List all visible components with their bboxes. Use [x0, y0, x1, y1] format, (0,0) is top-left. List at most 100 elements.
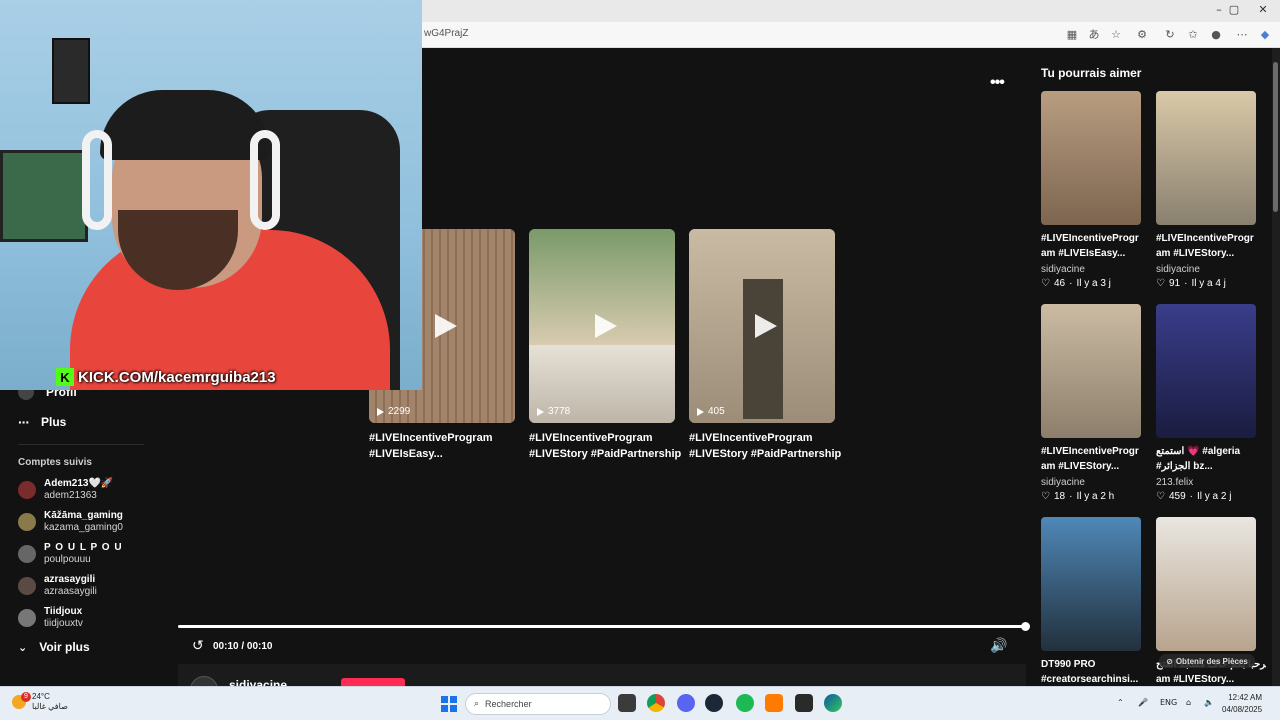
progress-handle[interactable] [1021, 622, 1030, 631]
video-caption[interactable]: #LIVEIncentiveProgram #LIVEStory #PaidPar… [689, 430, 841, 462]
search-icon: ⌕ [474, 699, 480, 709]
video-caption[interactable]: #LIVEIncentiveProgram #LIVEStory #PaidPar… [529, 430, 681, 462]
suggested-video-caption[interactable]: #LIVEIncentiveProgr am #LIVEIsEasy... [1041, 231, 1151, 261]
copilot-icon[interactable]: ◆ [1257, 27, 1273, 43]
more-options-button[interactable]: ••• [990, 74, 1005, 92]
suggested-video-author[interactable]: sidiyacine [1156, 264, 1200, 275]
edge-icon[interactable] [824, 694, 842, 712]
maximize-button[interactable]: ▢ [1219, 3, 1249, 16]
discord-icon[interactable] [677, 694, 695, 712]
get-coins-button[interactable]: ⊘ Obtenir des Pièces [1159, 654, 1255, 668]
see-more-button[interactable]: ⌄ Voir plus [18, 640, 90, 654]
suggested-video-thumbnail[interactable] [1156, 517, 1256, 651]
suggested-video-author[interactable]: sidiyacine [1041, 264, 1085, 275]
replay-icon[interactable]: ↺ [192, 638, 204, 654]
weather-text: صافي غالبا [32, 702, 68, 711]
scrollbar-thumb[interactable] [1273, 62, 1278, 212]
read-aloud-icon[interactable]: あ [1086, 27, 1102, 43]
more-dots-icon: ··· [18, 414, 30, 430]
progress-bar[interactable] [178, 625, 1026, 628]
author-bar [178, 664, 1026, 686]
avatar [18, 481, 36, 499]
suggested-video-stats: ♡ 46 · Il y a 3 j [1041, 278, 1111, 289]
video-thumbnail[interactable]: 405 [689, 229, 835, 423]
chrome-icon[interactable] [647, 694, 665, 712]
account-handle: tiidjouxtv [44, 618, 83, 629]
weather-sun-icon: 9 [12, 692, 31, 709]
language-indicator[interactable]: ENG [1160, 698, 1177, 707]
system-clock[interactable]: 12:42 AM 04/08/2025 [1222, 692, 1262, 716]
favorites-icon[interactable]: ✩ [1185, 27, 1201, 43]
temperature: 24°C [32, 692, 50, 701]
volume-icon[interactable]: 🔊 [990, 638, 1007, 654]
suggested-video-author[interactable]: 213.felix [1156, 477, 1193, 488]
followed-account[interactable]: Kāžāma_gaming kazama_gaming0 [18, 510, 123, 534]
suggested-video-caption[interactable]: #LIVEIncentiveProgr am #LIVEStory... [1156, 231, 1266, 261]
post-age: Il y a 4 j [1191, 278, 1226, 289]
windows-taskbar [0, 686, 1280, 720]
view-count: 405 [697, 406, 725, 417]
suggested-video-author[interactable]: sidiyacine [1041, 477, 1085, 488]
task-view-icon[interactable] [618, 694, 636, 712]
app-icon[interactable] [765, 694, 783, 712]
taskbar-search[interactable]: ⌕ Rechercher [465, 693, 611, 715]
spotify-icon[interactable] [736, 694, 754, 712]
account-handle: adem21363 [44, 490, 97, 501]
steam-icon[interactable] [705, 694, 723, 712]
like-count: 18 [1053, 491, 1066, 502]
suggested-video-caption[interactable]: #LIVEIncentiveProgr am #LIVEStory... [1041, 444, 1151, 474]
favorite-star-icon[interactable]: ☆ [1108, 27, 1124, 43]
separator-dot: · [1069, 491, 1073, 502]
followed-account[interactable]: P O U L P O Upoulpouuu [18, 542, 123, 566]
search-placeholder: Rechercher [485, 699, 532, 709]
close-window-button[interactable]: ✕ [1248, 3, 1278, 16]
volume-tray-icon[interactable]: 🔈 [1204, 698, 1214, 707]
webcam-overlay [0, 0, 422, 390]
windows-start-icon[interactable] [441, 696, 457, 712]
time-display: 00:10 / 00:10 [213, 641, 273, 652]
refresh-icon[interactable]: ↻ [1162, 27, 1178, 43]
avatar [18, 545, 36, 563]
suggested-video-caption[interactable]: استمتع 💗 #algeria #الجزائر bz... [1156, 444, 1266, 474]
suggested-video-thumbnail[interactable] [1156, 91, 1256, 225]
like-count: 459 [1168, 491, 1186, 502]
followed-account[interactable]: Tiidjoux tiidjouxtv [18, 606, 83, 630]
suggested-video-thumbnail[interactable] [1156, 304, 1256, 438]
extensions-icon[interactable]: ⚙ [1134, 27, 1150, 43]
play-icon [755, 314, 777, 338]
url-text[interactable]: wG4PrajZ [424, 28, 468, 39]
app-icon[interactable] [795, 694, 813, 712]
kick-logo-icon: K [56, 368, 74, 386]
profile-avatar-icon[interactable]: ● [1208, 27, 1224, 43]
followed-account[interactable]: Adem213🤍🚀 adem21363 [18, 478, 113, 502]
suggested-video-thumbnail[interactable] [1041, 91, 1141, 225]
suggested-video-caption[interactable]: DT990 PRO #creatorsearchinsi... [1041, 657, 1151, 687]
tray-chevron-icon[interactable]: ⌃ [1117, 698, 1124, 707]
post-age: Il y a 2 j [1197, 491, 1232, 502]
video-thumbnail[interactable]: 3778 [529, 229, 675, 423]
network-icon[interactable]: ⌂ [1186, 698, 1191, 707]
coin-icon: ⊘ [1166, 656, 1173, 666]
avatar [18, 513, 36, 531]
weather-widget[interactable]: 9 24°C صافي غالبا [12, 692, 68, 712]
play-count-icon [697, 407, 704, 416]
split-screen-icon[interactable]: ▦ [1064, 27, 1080, 43]
menu-dots-icon[interactable]: ⋯ [1234, 27, 1250, 43]
kick-url: KICK.COM/kacemrguiba213 [78, 368, 276, 386]
view-count: 2299 [377, 406, 410, 417]
play-icon [435, 314, 457, 338]
play-count-icon [537, 407, 544, 416]
separator-dot: · [1184, 278, 1188, 289]
heart-icon: ♡ [1156, 278, 1165, 289]
suggestions-title: Tu pourrais aimer [1041, 66, 1142, 80]
suggested-video-stats: ♡ 18 · Il y a 2 h [1041, 491, 1114, 502]
suggested-video-thumbnail[interactable] [1041, 304, 1141, 438]
sidebar-item-more[interactable]: ··· Plus [18, 414, 66, 430]
notification-badge: 9 [21, 692, 31, 702]
avatar [18, 609, 36, 627]
video-caption[interactable]: #LIVEIncentiveProgram #LIVEIsEasy... [369, 430, 493, 462]
view-count: 3778 [537, 406, 570, 417]
suggested-video-thumbnail[interactable] [1041, 517, 1141, 651]
followed-account[interactable]: azrasaygili azraasaygili [18, 574, 97, 598]
microphone-icon[interactable]: 🎤 [1138, 698, 1148, 707]
